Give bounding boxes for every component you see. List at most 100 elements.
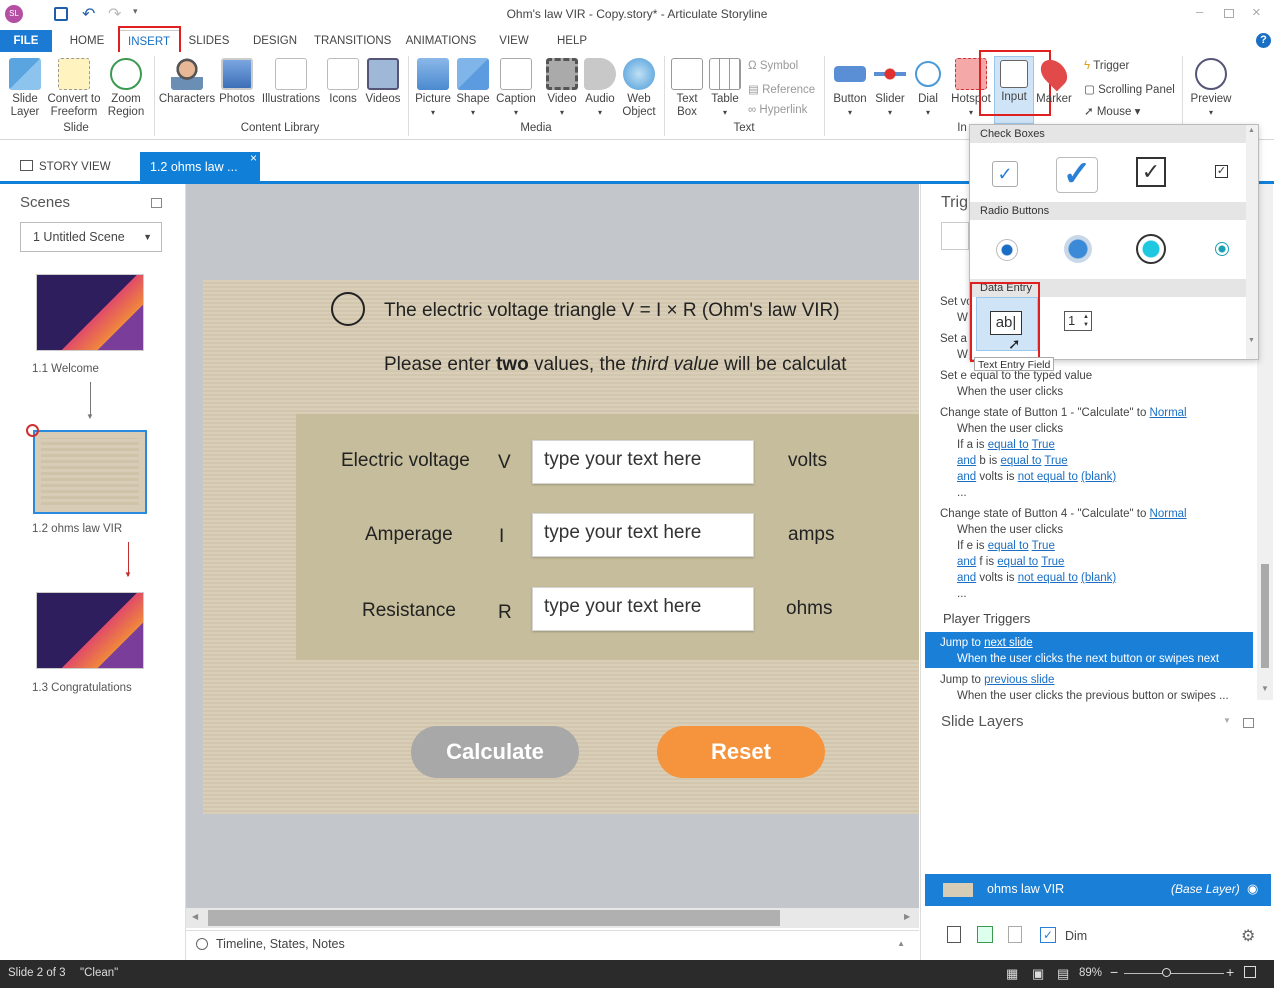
hyperlink-button[interactable]: ∞ Hyperlink: [748, 104, 807, 116]
scrolling-panel-button[interactable]: ▢ Scrolling Panel: [1084, 82, 1175, 96]
condition-link[interactable]: True: [1032, 540, 1055, 552]
dropdown-scrollbar[interactable]: ▲ ▼: [1246, 125, 1258, 359]
text-box-button[interactable]: Text Box: [668, 58, 706, 119]
delete-layer-icon[interactable]: [1008, 926, 1022, 943]
zoom-slider-thumb[interactable]: [1162, 968, 1171, 977]
resistance-input[interactable]: type your text here: [532, 587, 754, 631]
reset-button[interactable]: Reset: [657, 726, 825, 778]
layers-chevron-icon[interactable]: ▼: [1223, 716, 1231, 725]
scroll-up-icon[interactable]: ▲: [1248, 127, 1255, 134]
slide-layer-button[interactable]: Slide Layer: [4, 58, 46, 119]
photos-button[interactable]: Photos: [216, 58, 258, 106]
videos-button[interactable]: Videos: [362, 58, 404, 106]
checkbox-style-3[interactable]: ✓: [1136, 157, 1166, 187]
trigger-link[interactable]: Normal: [1150, 407, 1187, 419]
condition-link[interactable]: (blank): [1081, 572, 1116, 584]
fit-window-icon[interactable]: [1244, 966, 1256, 978]
duplicate-layer-icon[interactable]: [977, 926, 993, 943]
audio-button[interactable]: Audio ▾: [582, 58, 618, 119]
condition-link[interactable]: (blank): [1081, 471, 1116, 483]
preview-button[interactable]: Preview ▾: [1188, 58, 1234, 119]
condition-link[interactable]: and: [957, 455, 976, 467]
condition-link[interactable]: equal to: [997, 556, 1038, 568]
radio-style-1[interactable]: [996, 239, 1018, 261]
help-icon[interactable]: ?: [1256, 33, 1271, 48]
scrollbar-thumb[interactable]: [208, 910, 780, 926]
web-object-button[interactable]: Web Object: [618, 58, 660, 119]
trigger-scrollbar[interactable]: ▼: [1257, 184, 1273, 700]
timeline-bar[interactable]: Timeline, States, Notes ▲: [186, 930, 919, 960]
condition-link[interactable]: equal to: [988, 439, 1029, 451]
dim-checkbox[interactable]: ✓: [1040, 927, 1056, 943]
slide-thumbnail[interactable]: [33, 430, 147, 514]
shape-button[interactable]: Shape ▾: [454, 58, 492, 119]
scroll-right-icon[interactable]: ▶: [904, 912, 910, 921]
mouse-button[interactable]: ➚ Mouse ▾: [1084, 104, 1140, 118]
fit-icon[interactable]: ▤: [1057, 966, 1069, 982]
eye-icon[interactable]: ◉: [1247, 881, 1258, 897]
condition-link[interactable]: True: [1041, 556, 1064, 568]
zoom-out-icon[interactable]: −: [1110, 964, 1118, 980]
scenes-popout-icon[interactable]: [151, 198, 162, 208]
scroll-down-icon[interactable]: ▼: [1261, 684, 1269, 693]
expand-up-icon[interactable]: ▲: [897, 939, 905, 948]
slider-button[interactable]: Slider ▾: [872, 58, 908, 119]
maximize-icon[interactable]: [1224, 9, 1234, 18]
amperage-input[interactable]: type your text here: [532, 513, 754, 557]
numeric-entry-option[interactable]: 1 ▲ ▼: [1064, 311, 1092, 331]
story-view-tab[interactable]: STORY VIEW: [20, 152, 111, 182]
radio-style-2[interactable]: [1064, 235, 1092, 263]
condition-link[interactable]: True: [1032, 439, 1055, 451]
trigger-button[interactable]: ϟ Trigger: [1084, 60, 1129, 72]
radio-style-4[interactable]: [1215, 242, 1229, 256]
picture-button[interactable]: Picture ▾: [412, 58, 454, 119]
condition-link[interactable]: not equal to: [1018, 471, 1078, 483]
zoom-in-icon[interactable]: +: [1226, 964, 1234, 980]
gear-icon[interactable]: ⚙: [1241, 926, 1255, 946]
icons-button[interactable]: Icons: [324, 58, 362, 106]
trigger-link[interactable]: next slide: [984, 637, 1033, 649]
button-button[interactable]: Button ▾: [828, 58, 872, 119]
tab-file[interactable]: FILE: [0, 30, 52, 52]
slide-view-icon[interactable]: ▣: [1032, 966, 1044, 982]
scroll-left-icon[interactable]: ◀: [192, 912, 198, 921]
illustrations-button[interactable]: Illustrations: [258, 58, 324, 106]
base-layer-row[interactable]: ohms law VIR (Base Layer) ◉: [925, 874, 1271, 906]
close-icon[interactable]: ×: [1252, 4, 1261, 21]
trigger-line[interactable]: Change state of Button 1 - "Calculate" t…: [940, 405, 1187, 421]
trigger-link[interactable]: previous slide: [984, 674, 1054, 686]
condition-link[interactable]: equal to: [1000, 455, 1041, 467]
checkbox-style-4[interactable]: ✓: [1215, 165, 1228, 178]
current-slide-tab[interactable]: 1.2 ohms law ... ×: [140, 151, 260, 182]
reference-button[interactable]: ▤ Reference: [748, 82, 815, 96]
symbol-button[interactable]: Ω Symbol: [748, 60, 798, 72]
voltage-input[interactable]: type your text here: [532, 440, 754, 484]
calculate-button[interactable]: Calculate: [411, 726, 579, 778]
slide-thumbnail[interactable]: [36, 592, 144, 669]
player-trigger-line[interactable]: Jump to previous slide: [940, 672, 1054, 688]
layers-popout-icon[interactable]: [1243, 718, 1254, 728]
scrollbar-thumb[interactable]: [1261, 564, 1269, 668]
condition-link[interactable]: and: [957, 471, 976, 483]
radio-style-3[interactable]: [1136, 234, 1166, 264]
condition-link[interactable]: equal to: [988, 540, 1029, 552]
new-trigger-icon[interactable]: [941, 222, 969, 250]
marker-button[interactable]: Marker: [1034, 54, 1074, 106]
tab-help[interactable]: HELP: [554, 30, 590, 52]
scene-selector[interactable]: 1 Untitled Scene ▼: [20, 222, 162, 252]
slide-thumbnail[interactable]: [36, 274, 144, 351]
tab-transitions[interactable]: TRANSITIONS: [314, 30, 391, 52]
tab-view[interactable]: VIEW: [496, 30, 532, 52]
condition-link[interactable]: and: [957, 556, 976, 568]
checkbox-style-2[interactable]: ✓: [1056, 157, 1098, 193]
horizontal-scrollbar[interactable]: ◀ ▶: [186, 908, 919, 928]
zoom-slider[interactable]: [1124, 973, 1224, 974]
tab-home[interactable]: HOME: [62, 30, 112, 52]
close-tab-icon[interactable]: ×: [250, 143, 257, 173]
table-button[interactable]: Table ▾: [706, 58, 744, 119]
video-button[interactable]: Video ▾: [542, 58, 582, 119]
caption-button[interactable]: Caption ▾: [492, 58, 540, 119]
convert-freeform-button[interactable]: Convert to Freeform: [46, 58, 102, 119]
tab-design[interactable]: DESIGN: [250, 30, 300, 52]
tab-slides[interactable]: SLIDES: [186, 30, 232, 52]
